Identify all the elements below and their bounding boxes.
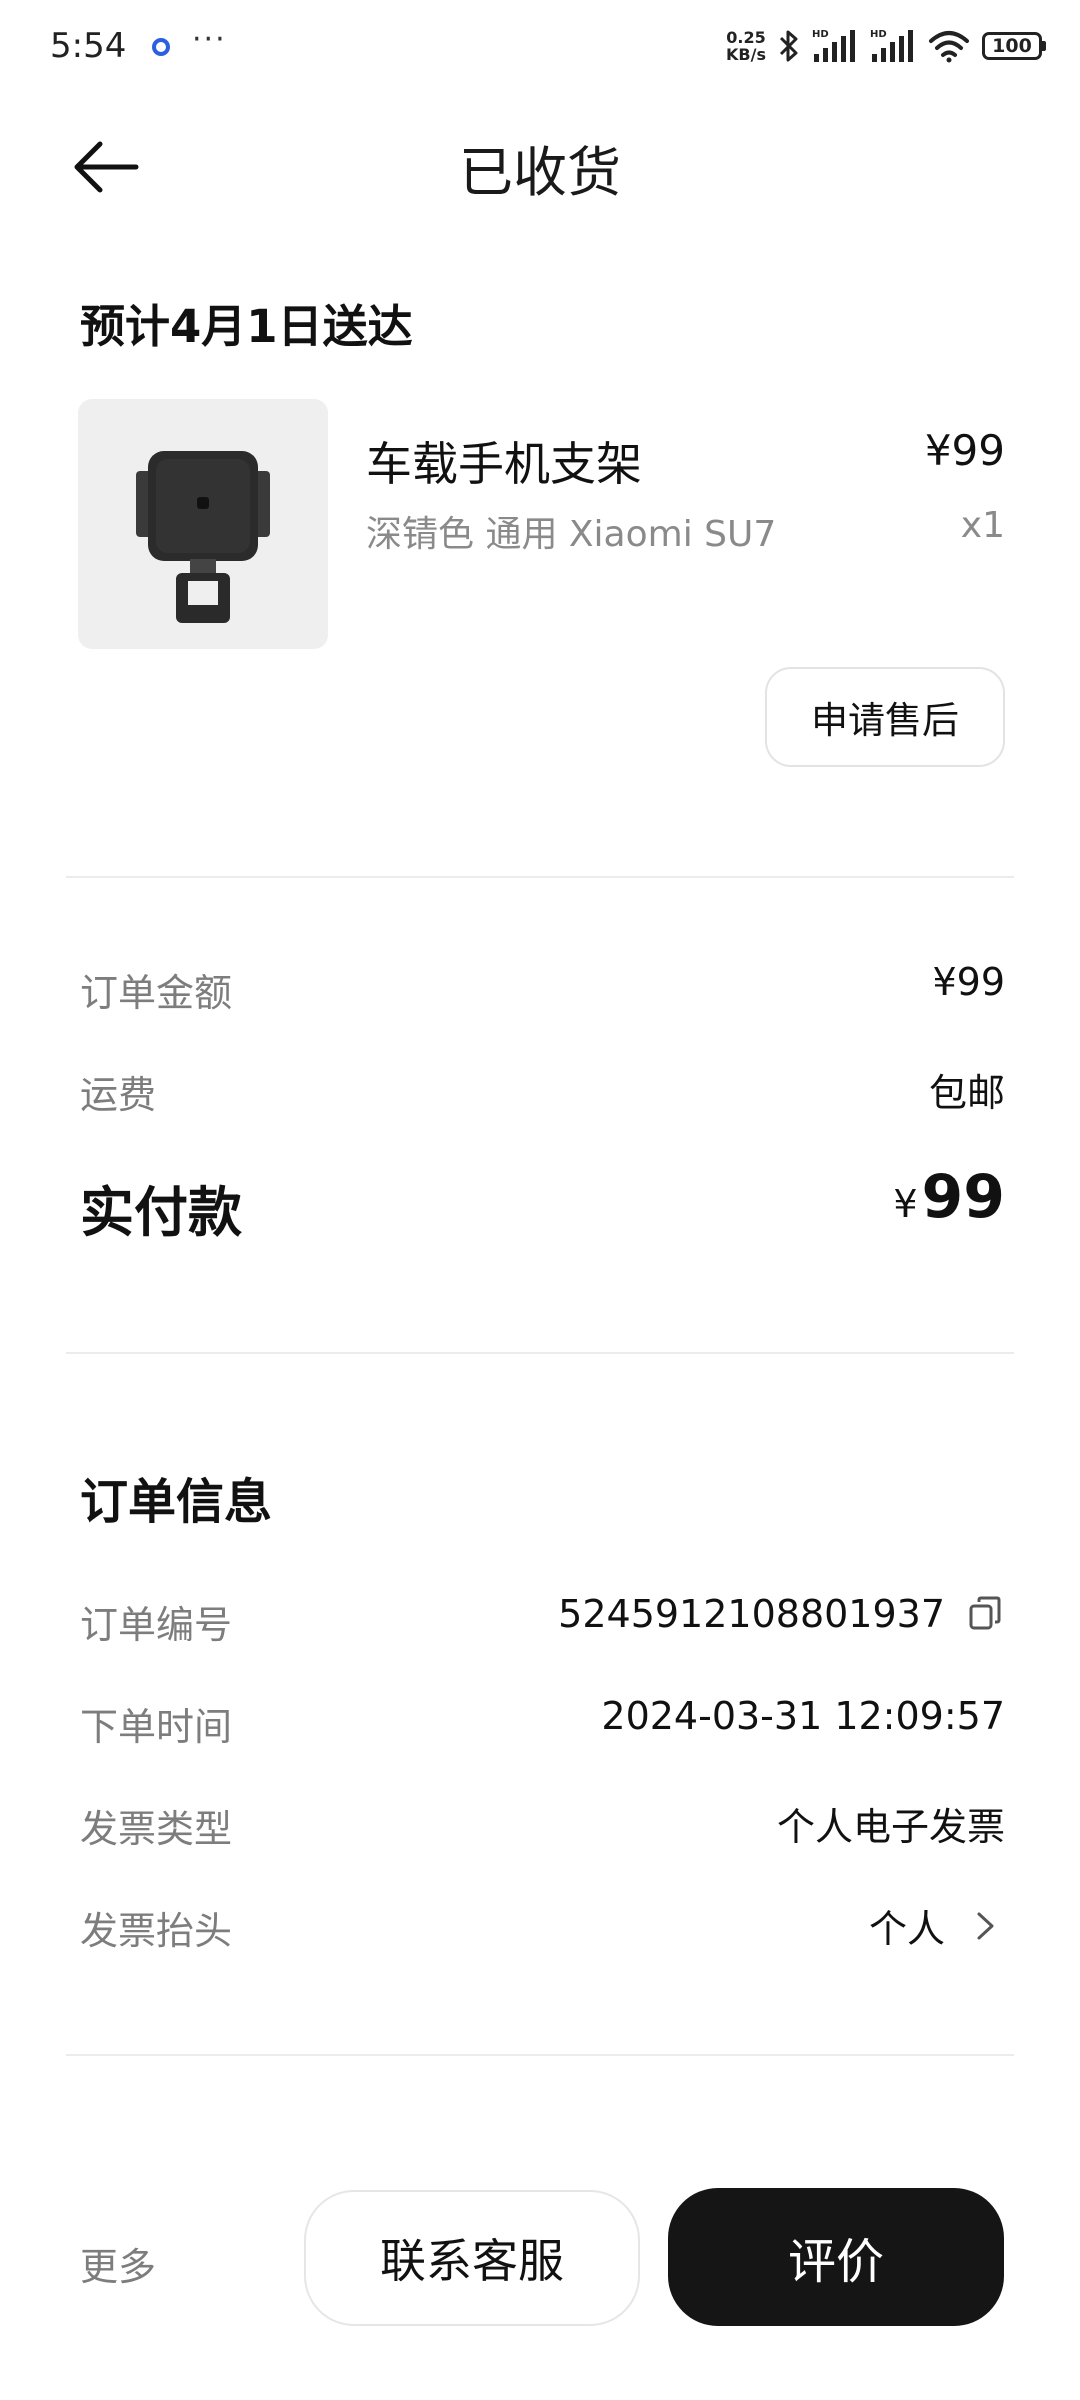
network-speed-value: 0.25 bbox=[726, 28, 766, 47]
battery-icon: 100 bbox=[982, 32, 1046, 60]
network-speed-unit: KB/s bbox=[726, 45, 766, 64]
status-more-icon: ··· bbox=[192, 22, 227, 57]
paid-value: ¥ 99 bbox=[893, 1162, 1005, 1232]
order-time-value: 2024-03-31 12:09:57 bbox=[601, 1694, 1005, 1738]
delivery-estimate: 预计4月1日送达 bbox=[80, 300, 413, 353]
wifi-icon bbox=[929, 31, 969, 63]
order-amount-label: 订单金额 bbox=[80, 971, 233, 1015]
shipping-text: 包邮 bbox=[928, 1071, 1005, 1115]
network-speed: 0.25 KB/s bbox=[726, 29, 766, 63]
order-amount-value: ¥99 bbox=[932, 960, 1005, 1004]
invoice-type-value: 个人电子发票 bbox=[777, 1796, 1005, 1851]
aftersale-button[interactable]: 申请售后 bbox=[765, 667, 1005, 767]
order-amount-text: ¥99 bbox=[932, 960, 1005, 1004]
divider bbox=[66, 876, 1014, 878]
svg-text:HD: HD bbox=[870, 29, 887, 40]
invoice-title-label: 发票抬头 bbox=[80, 1909, 233, 1953]
status-icons: 0.25 KB/s HD HD 100 bbox=[726, 24, 1046, 68]
signal-icon: HD bbox=[812, 29, 855, 62]
status-time: 5:54 bbox=[50, 26, 127, 66]
paid-amount: 99 bbox=[921, 1162, 1006, 1232]
order-number-label: 订单编号 bbox=[80, 1603, 233, 1647]
battery-tip bbox=[1042, 41, 1046, 51]
product-quantity: x1 bbox=[960, 505, 1005, 546]
copy-icon[interactable] bbox=[965, 1594, 1005, 1634]
product-price: ¥99 bbox=[924, 426, 1005, 475]
page-title: 已收货 bbox=[459, 141, 621, 204]
battery-level: 100 bbox=[982, 32, 1042, 60]
divider bbox=[66, 1352, 1014, 1354]
order-number-text: 5245912108801937 bbox=[558, 1592, 945, 1636]
shipping-label: 运费 bbox=[80, 1073, 157, 1117]
signal-icon-2: HD bbox=[870, 29, 913, 62]
invoice-type-text: 个人电子发票 bbox=[776, 1805, 1005, 1849]
review-button[interactable]: 评价 bbox=[668, 2188, 1004, 2326]
more-link[interactable]: 更多 bbox=[80, 2236, 156, 2291]
product-name[interactable]: 车载手机支架 bbox=[366, 428, 642, 494]
status-bar: 5:54 ··· 0.25 KB/s HD HD 100 bbox=[0, 0, 1080, 92]
divider bbox=[66, 2054, 1014, 2056]
bluetooth-icon bbox=[779, 30, 798, 62]
order-info-title: 订单信息 bbox=[80, 1474, 273, 1530]
phone-mount-icon bbox=[136, 451, 270, 623]
order-number-value: 5245912108801937 bbox=[558, 1592, 1005, 1636]
order-time-label: 下单时间 bbox=[80, 1705, 233, 1749]
svg-text:HD: HD bbox=[812, 29, 829, 40]
invoice-type-label: 发票类型 bbox=[80, 1807, 233, 1851]
paid-label: 实付款 bbox=[80, 1181, 242, 1244]
order-time-text: 2024-03-31 12:09:57 bbox=[601, 1694, 1005, 1738]
paid-currency: ¥ bbox=[893, 1182, 918, 1226]
product-image[interactable] bbox=[78, 399, 328, 649]
chevron-right-icon bbox=[977, 1912, 994, 1939]
shipping-value: 包邮 bbox=[929, 1062, 1005, 1117]
invoice-title-text: 个人 bbox=[868, 1907, 945, 1951]
product-spec: 深锖色 通用 Xiaomi SU7 bbox=[366, 514, 777, 555]
notification-dot-icon bbox=[152, 38, 170, 56]
invoice-title-row[interactable]: 个人 bbox=[869, 1898, 1005, 1953]
contact-service-button[interactable]: 联系客服 bbox=[304, 2190, 640, 2326]
